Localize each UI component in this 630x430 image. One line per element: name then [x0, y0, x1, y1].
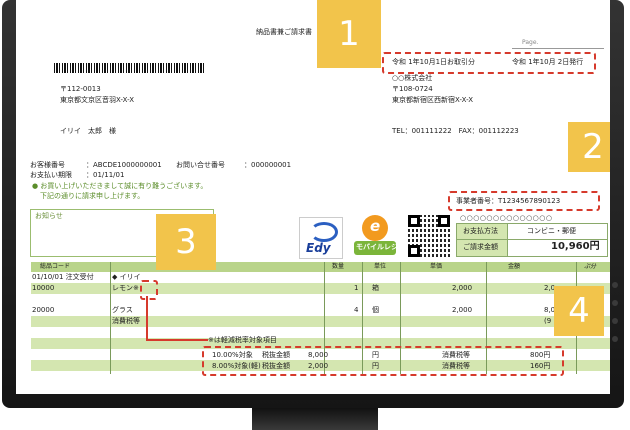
sender-postal: 〒108-0724: [392, 85, 433, 93]
mobile-regi-logo: e モバイルレジ: [352, 215, 398, 257]
due-label: お支払い期限: [30, 171, 72, 179]
col-category: ぷ分: [584, 263, 597, 270]
sender-tel-fax: TEL：001111222 FAX：001112223: [392, 127, 519, 135]
row-2-qty: 4: [354, 306, 359, 314]
due-date: ：01/11/01: [86, 171, 125, 179]
inquiry-label: お問い合せ番号: [176, 161, 225, 169]
recipient-address: 東京都文京区音羽X-X-X: [60, 96, 135, 104]
row-2-unit: 個: [372, 306, 379, 314]
customer-number: ：ABCDE1000000001: [86, 161, 162, 169]
row-3-name: 消費税等: [112, 317, 140, 325]
row-1-price: 2,000: [452, 284, 473, 292]
sender-address: 東京都新宿区西新宿X-X-X: [392, 96, 474, 104]
tax-summary-highlight: [202, 346, 564, 376]
circle-row: ○○○○○○○○○○○○○○: [460, 214, 553, 222]
amount-label: ご請求金額: [463, 243, 498, 251]
notice-label: お知らせ: [35, 212, 63, 220]
row-3-amount: (9: [544, 317, 552, 325]
col-qty: 数量: [332, 263, 345, 270]
row-2-code: 20000: [32, 306, 55, 314]
payment-method-label: お支払方法: [463, 227, 498, 235]
payment-method: コンビニ・郵便: [527, 227, 576, 235]
reduced-note: ※は軽減税率対象項目: [208, 336, 277, 344]
inquiry-number: ：000000001: [244, 161, 292, 169]
thanks-line-1: ● お買い上げいただきまして誠に有り難うございます。: [32, 182, 208, 190]
sender-company: ○○株式会社: [392, 74, 433, 82]
callout-4: 4: [554, 286, 604, 336]
barcode: [54, 63, 204, 73]
monitor: 納品書兼ご請求書 Page. 令和 1年10月1日お取引分 令和 1年10月 2…: [0, 0, 630, 430]
col-unit: 単位: [374, 263, 387, 270]
bezel-button: [612, 282, 618, 288]
row-1-code: 10000: [32, 284, 55, 292]
group-label: 01/10/01 注文受付: [32, 273, 94, 281]
row-2-price: 2,000: [452, 306, 473, 314]
invoice-title: 納品書兼ご請求書: [256, 28, 312, 36]
recipient-name: イリイ 太郎 様: [60, 127, 116, 135]
row-1-qty: 1: [354, 284, 359, 292]
col-code: 総品コード: [40, 263, 71, 270]
recipient-postal: 〒112-0013: [60, 85, 101, 93]
thanks-line-2: 下記の通りに請求申し上げます。: [40, 192, 145, 200]
col-amount: 金額: [508, 263, 521, 270]
invoice-screen: 納品書兼ご請求書 Page. 令和 1年10月1日お取引分 令和 1年10月 2…: [16, 0, 610, 394]
callout-3: 3: [156, 214, 216, 270]
monitor-stand: [252, 408, 378, 430]
payment-box: お支払方法 コンビニ・郵便 ご請求金額 10,960円: [456, 223, 608, 257]
row-1-unit: 箱: [372, 284, 379, 292]
bezel-button: [612, 300, 618, 306]
callout-2: 2: [568, 122, 610, 172]
callout-1: 1: [317, 0, 381, 68]
bezel-button: [612, 336, 618, 342]
edy-logo: Edy: [299, 217, 343, 259]
reduced-mark-highlight: [140, 280, 158, 300]
group-name: ◆ イリイ: [112, 273, 141, 281]
table-header: [31, 262, 610, 272]
amount-value: 10,960円: [551, 241, 600, 252]
date-highlight: [382, 52, 596, 74]
col-price: 単価: [430, 263, 443, 270]
row-2-name: グラス: [112, 306, 133, 314]
registration-highlight: [448, 191, 600, 211]
row-1-name: レモン※: [112, 284, 139, 292]
customer-number-label: お客様番号: [30, 161, 65, 169]
bezel-button: [612, 318, 618, 324]
page-label: Page.: [522, 39, 539, 46]
